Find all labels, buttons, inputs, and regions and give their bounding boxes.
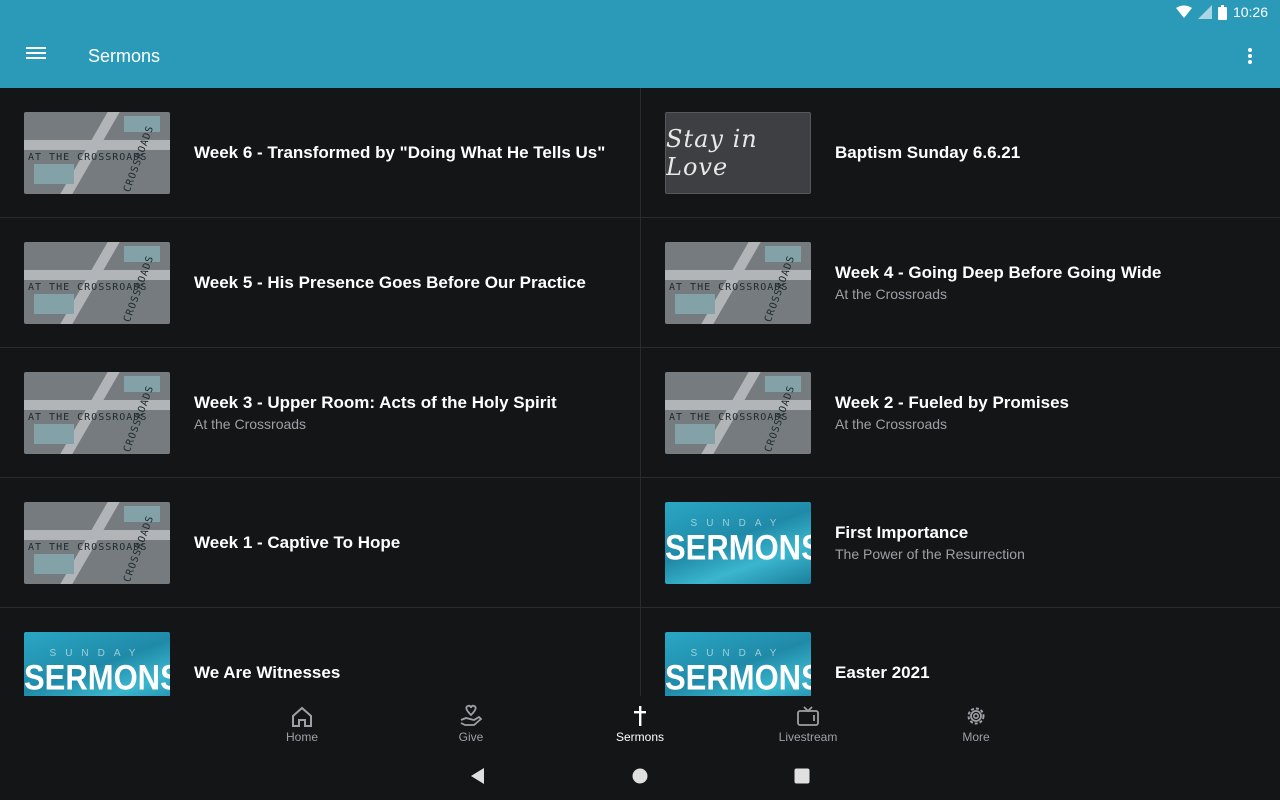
thumbnail-text: AT THE CROSSROADS [28,542,148,553]
back-icon[interactable] [468,766,488,786]
sermon-item[interactable]: AT THE CROSSROADS CROSSROADS Week 4 - Goin… [641,218,1280,348]
sermon-text: First Importance The Power of the Resurre… [835,478,1261,608]
sermon-title: Week 5 - His Presence Goes Before Our Pr… [194,273,586,292]
sermon-title: Week 2 - Fueled by Promises [835,393,1069,412]
nav-sermons[interactable]: Sermons [585,696,695,752]
sermon-text: Week 3 - Upper Room: Acts of the Holy Sp… [194,348,620,478]
sermon-text: Baptism Sunday 6.6.21 [835,88,1261,218]
crossroads-thumbnail: AT THE CROSSROADS CROSSROADS [24,112,170,194]
tv-icon [797,706,819,726]
nav-home[interactable]: Home [247,696,357,752]
crossroads-thumbnail: AT THE CROSSROADS CROSSROADS [24,372,170,454]
home-circle-icon[interactable] [630,766,650,786]
app-bar: Sermons [0,24,1280,88]
signal-icon [1197,5,1212,19]
give-icon [460,704,483,726]
sermon-item[interactable]: AT THE CROSSROADS CROSSROADS Week 6 - Tran… [0,88,640,218]
recents-icon[interactable] [792,766,812,786]
system-navigation-bar [0,752,1280,800]
nav-label: More [962,730,990,744]
sermon-text: Week 4 - Going Deep Before Going Wide At … [835,218,1261,348]
sermon-text: Week 6 - Transformed by "Doing What He T… [194,88,620,218]
sermon-subtitle: At the Crossroads [835,286,948,302]
sermon-text: Week 1 - Captive To Hope [194,478,620,608]
thumbnail-text: SERMONS [665,657,811,696]
thumbnail-text: AT THE CROSSROADS [28,282,148,293]
home-icon [292,706,312,727]
sermon-item[interactable]: SUNDAY SERMONS Easter 2021 [641,608,1280,696]
gear-icon [967,707,985,725]
sermon-subtitle: At the Crossroads [835,416,948,432]
nav-label: Give [458,730,484,744]
sermon-title: Week 6 - Transformed by "Doing What He T… [194,143,606,162]
thumbnail-text: AT THE CROSSROADS [28,412,148,423]
sermon-subtitle: At the Crossroads [194,416,307,432]
nav-label: Livestream [778,730,838,744]
wifi-icon [1175,5,1192,18]
status-icons: 10:26 [1175,4,1268,20]
sunday-sermons-thumbnail: SUNDAY SERMONS [665,502,811,584]
overflow-menu-icon[interactable] [1240,46,1260,66]
sermon-text: Easter 2021 [835,608,1261,696]
nav-label: Home [285,730,318,744]
nav-label: Sermons [615,730,665,744]
page-title: Sermons [88,46,161,66]
sermon-item[interactable]: AT THE CROSSROADS CROSSROADS Week 5 - His … [0,218,640,348]
status-bar: 10:26 [0,0,1280,24]
sermon-title: Easter 2021 [835,663,930,682]
sermon-title: Week 3 - Upper Room: Acts of the Holy Sp… [194,393,557,412]
sermon-item[interactable]: AT THE CROSSROADS CROSSROADS Week 2 - Fuel… [641,348,1280,478]
stay-in-love-thumbnail: Stay in Love [665,112,811,194]
sermon-text: We Are Witnesses [194,608,620,696]
clock: 10:26 [1232,4,1268,20]
crossroads-thumbnail: AT THE CROSSROADS CROSSROADS [665,372,811,454]
sermon-title: Baptism Sunday 6.6.21 [835,143,1021,162]
thumbnail-text: Stay in Love [666,125,758,181]
thumbnail-text: SERMONS [665,527,811,568]
thumbnail-text: AT THE CROSSROADS [28,152,148,163]
nav-livestream[interactable]: Livestream [753,696,863,752]
cross-icon [634,706,646,726]
sermon-item[interactable]: AT THE CROSSROADS CROSSROADS Week 3 - Uppe… [0,348,640,478]
thumbnail-text: AT THE CROSSROADS [669,282,789,293]
crossroads-thumbnail: AT THE CROSSROADS CROSSROADS [665,242,811,324]
nav-more[interactable]: More [921,696,1031,752]
crossroads-thumbnail: AT THE CROSSROADS CROSSROADS [24,502,170,584]
sermon-title: We Are Witnesses [194,663,341,682]
sermon-title: Week 4 - Going Deep Before Going Wide [835,263,1162,282]
bottom-navigation: Home Give Sermons Livestream More [0,696,1280,752]
sermon-list[interactable]: AT THE CROSSROADS CROSSROADS Week 6 - Tran… [0,88,1280,696]
sermon-item[interactable]: AT THE CROSSROADS CROSSROADS Week 1 - Capt… [0,478,640,608]
sunday-sermons-thumbnail: SUNDAY SERMONS [24,632,170,696]
sermon-title: First Importance [835,523,969,542]
menu-icon[interactable] [16,44,56,68]
sermon-item[interactable]: SUNDAY SERMONS First Importance The Power o… [641,478,1280,608]
sermon-item[interactable]: SUNDAY SERMONS We Are Witnesses [0,608,640,696]
sermon-text: Week 2 - Fueled by Promises At the Crossr… [835,348,1261,478]
sermon-text: Week 5 - His Presence Goes Before Our Pr… [194,218,620,348]
crossroads-thumbnail: AT THE CROSSROADS CROSSROADS [24,242,170,324]
sunday-sermons-thumbnail: SUNDAY SERMONS [665,632,811,696]
sermon-subtitle: The Power of the Resurrection [835,546,1025,562]
battery-icon [1217,4,1227,20]
nav-give[interactable]: Give [416,696,526,752]
sermon-title: Week 1 - Captive To Hope [194,533,401,552]
thumbnail-text: AT THE CROSSROADS [669,412,789,423]
sermon-item[interactable]: Stay in Love Baptism Sunday 6.6.21 [641,88,1280,218]
thumbnail-text: SERMONS [24,657,170,696]
